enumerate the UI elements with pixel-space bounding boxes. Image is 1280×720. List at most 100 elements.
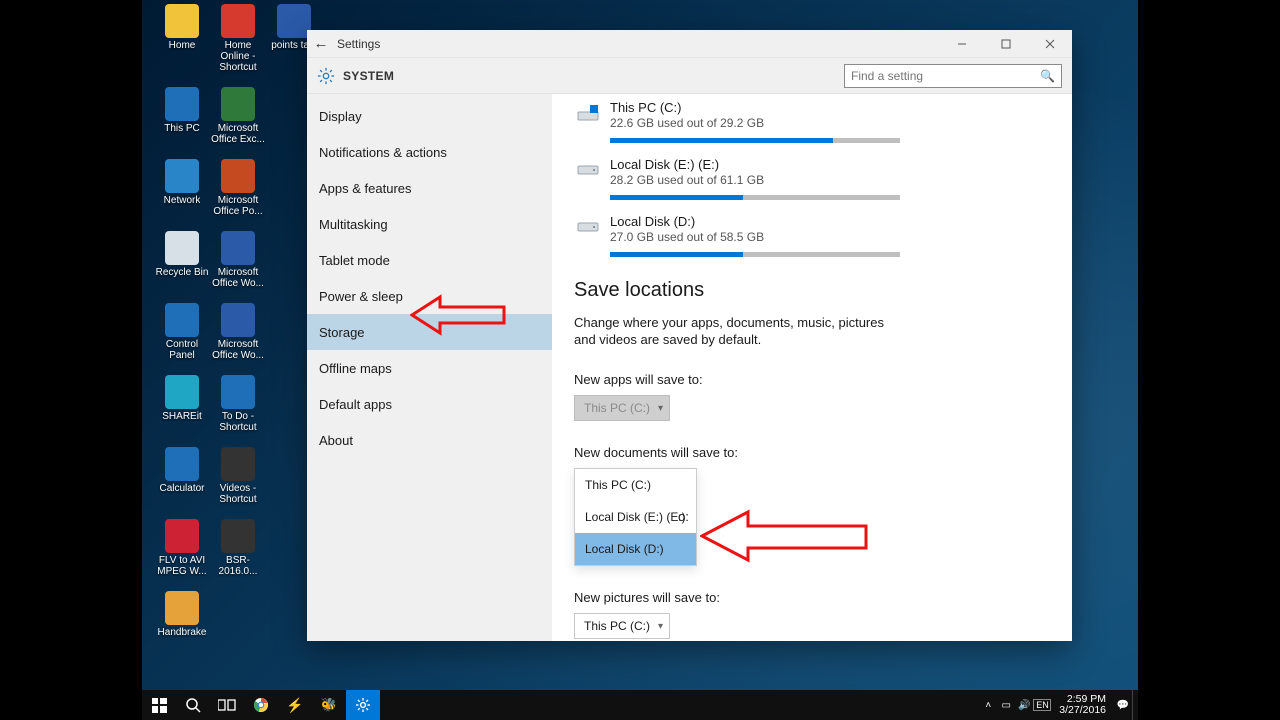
sidebar-item-offline-maps[interactable]: Offline maps bbox=[307, 350, 552, 386]
desktop-icon-label: Videos - Shortcut bbox=[211, 483, 265, 505]
pictures-save-combo[interactable]: This PC (C:) ▾ bbox=[574, 613, 670, 639]
sidebar-item-multitasking[interactable]: Multitasking bbox=[307, 206, 552, 242]
desktop-icon-image bbox=[165, 4, 199, 38]
pillar-left bbox=[0, 0, 142, 720]
taskbar[interactable]: ⚡ 🐝 ˄ ▭ 🔊 EN 2:59 PM 3/27/2016 💬 bbox=[142, 690, 1138, 720]
pillar-right bbox=[1138, 0, 1280, 720]
apps-save-combo: This PC (C:) ▾ bbox=[574, 395, 670, 421]
desktop-icon[interactable]: Control Panel bbox=[154, 303, 210, 361]
desktop-icon-label: To Do - Shortcut bbox=[211, 411, 265, 433]
drive-row[interactable]: Local Disk (D:) 27.0 GB used out of 58.5… bbox=[574, 214, 1050, 257]
drive-row[interactable]: Local Disk (E:) (E:) 28.2 GB used out of… bbox=[574, 157, 1050, 200]
drive-name: Local Disk (E:) (E:) bbox=[610, 157, 1050, 172]
desktop-icon-label: Microsoft Office Wo... bbox=[211, 339, 265, 361]
gear-icon bbox=[317, 67, 335, 85]
drive-name: Local Disk (D:) bbox=[610, 214, 1050, 229]
desktop-icon-label: Recycle Bin bbox=[156, 267, 209, 278]
taskbar-app-winamp[interactable]: ⚡ bbox=[278, 690, 312, 720]
desktop-icon-image bbox=[221, 231, 255, 265]
taskbar-app-chrome[interactable] bbox=[244, 690, 278, 720]
drive-icon bbox=[574, 159, 602, 181]
desktop-icon[interactable]: Microsoft Office Wo... bbox=[210, 231, 266, 289]
documents-save-label: New documents will save to: bbox=[574, 445, 1050, 460]
desktop-icon[interactable]: Handbrake bbox=[154, 591, 210, 638]
sidebar-item-display[interactable]: Display bbox=[307, 98, 552, 134]
back-button[interactable]: ← bbox=[307, 35, 335, 52]
desktop-icon[interactable]: Network bbox=[154, 159, 210, 217]
sidebar-item-tablet-mode[interactable]: Tablet mode bbox=[307, 242, 552, 278]
desktop-icon[interactable]: Calculator bbox=[154, 447, 210, 505]
settings-search[interactable]: 🔍 bbox=[844, 64, 1062, 88]
tray-language-icon[interactable]: EN bbox=[1033, 699, 1051, 711]
search-icon bbox=[185, 697, 201, 713]
sidebar-item-default-apps[interactable]: Default apps bbox=[307, 386, 552, 422]
desktop-icon[interactable]: FLV to AVI MPEG W... bbox=[154, 519, 210, 577]
sidebar-item-about[interactable]: About bbox=[307, 422, 552, 458]
drive-usage: 22.6 GB used out of 29.2 GB bbox=[610, 116, 1050, 130]
sidebar-item-apps-features[interactable]: Apps & features bbox=[307, 170, 552, 206]
desktop-icon[interactable]: To Do - Shortcut bbox=[210, 375, 266, 433]
taskbar-clock[interactable]: 2:59 PM 3/27/2016 bbox=[1059, 694, 1106, 716]
desktop-icon-label: FLV to AVI MPEG W... bbox=[155, 555, 209, 577]
start-button[interactable] bbox=[142, 690, 176, 720]
task-view-icon bbox=[218, 698, 236, 712]
sidebar-item-notifications-actions[interactable]: Notifications & actions bbox=[307, 134, 552, 170]
search-icon: 🔍 bbox=[1040, 69, 1055, 83]
dropdown-option[interactable]: Local Disk (D:) bbox=[575, 533, 696, 565]
desktop-icon[interactable]: BSR-2016.0... bbox=[210, 519, 266, 577]
settings-content[interactable]: This PC (C:) 22.6 GB used out of 29.2 GB… bbox=[552, 94, 1072, 641]
drive-icon bbox=[574, 102, 602, 124]
desktop[interactable]: HomeHome Online - Shortcutpoints tablThi… bbox=[142, 0, 1138, 720]
tray-network-icon[interactable]: ▭ bbox=[997, 700, 1015, 711]
maximize-button[interactable] bbox=[984, 30, 1028, 58]
desktop-icon-label: Microsoft Office Po... bbox=[211, 195, 265, 217]
apps-save-label: New apps will save to: bbox=[574, 372, 1050, 387]
desktop-icon-image bbox=[221, 375, 255, 409]
desktop-icon-image bbox=[165, 519, 199, 553]
taskbar-app-torrent[interactable]: 🐝 bbox=[312, 690, 346, 720]
sidebar-item-power-sleep[interactable]: Power & sleep bbox=[307, 278, 552, 314]
dropdown-option[interactable]: This PC (C:) bbox=[575, 469, 696, 501]
search-input[interactable] bbox=[851, 69, 1040, 83]
task-view-button[interactable] bbox=[210, 690, 244, 720]
desktop-icon-label: Handbrake bbox=[158, 627, 207, 638]
desktop-icon[interactable]: This PC bbox=[154, 87, 210, 145]
drive-row[interactable]: This PC (C:) 22.6 GB used out of 29.2 GB bbox=[574, 100, 1050, 143]
tray-chevron-up-icon[interactable]: ˄ bbox=[979, 700, 997, 711]
desktop-icon[interactable]: Videos - Shortcut bbox=[210, 447, 266, 505]
desktop-icon[interactable]: SHAREit bbox=[154, 375, 210, 433]
show-desktop-button[interactable] bbox=[1132, 690, 1138, 720]
pictures-save-value: This PC (C:) bbox=[584, 619, 650, 633]
desktop-icon-image bbox=[165, 159, 199, 193]
desktop-icon-label: Calculator bbox=[159, 483, 204, 494]
settings-window: ← Settings SYSTEM bbox=[307, 30, 1072, 641]
system-tray[interactable]: ˄ ▭ 🔊 EN 2:59 PM 3/27/2016 💬 bbox=[979, 690, 1138, 720]
desktop-icon[interactable]: Home Online - Shortcut bbox=[210, 4, 266, 73]
desktop-icon-label: Home Online - Shortcut bbox=[211, 40, 265, 73]
desktop-icon[interactable]: Microsoft Office Po... bbox=[210, 159, 266, 217]
desktop-icon-image bbox=[165, 375, 199, 409]
desktop-icon[interactable]: Home bbox=[154, 4, 210, 73]
apps-save-value: This PC (C:) bbox=[584, 401, 650, 415]
desktop-icon-image bbox=[221, 519, 255, 553]
desktop-icon-image bbox=[277, 4, 311, 38]
desktop-icon[interactable]: Microsoft Office Exc... bbox=[210, 87, 266, 145]
taskbar-app-settings[interactable] bbox=[346, 690, 380, 720]
settings-sidebar: DisplayNotifications & actionsApps & fea… bbox=[307, 94, 552, 641]
sidebar-item-storage[interactable]: Storage bbox=[307, 314, 552, 350]
tray-volume-icon[interactable]: 🔊 bbox=[1015, 700, 1033, 711]
drive-name: This PC (C:) bbox=[610, 100, 1050, 115]
close-button[interactable] bbox=[1028, 30, 1072, 58]
drive-usage: 27.0 GB used out of 58.5 GB bbox=[610, 230, 1050, 244]
desktop-icon[interactable]: Microsoft Office Wo... bbox=[210, 303, 266, 361]
action-center-icon[interactable]: 💬 bbox=[1114, 700, 1132, 711]
titlebar[interactable]: ← Settings bbox=[307, 30, 1072, 58]
desktop-icon-label: Microsoft Office Exc... bbox=[211, 123, 265, 145]
desktop-icon-image bbox=[165, 591, 199, 625]
desktop-icon-label: BSR-2016.0... bbox=[211, 555, 265, 577]
minimize-button[interactable] bbox=[940, 30, 984, 58]
desktop-icon-image bbox=[165, 87, 199, 121]
screen: HomeHome Online - Shortcutpoints tablThi… bbox=[0, 0, 1280, 720]
desktop-icon[interactable]: Recycle Bin bbox=[154, 231, 210, 289]
search-button[interactable] bbox=[176, 690, 210, 720]
